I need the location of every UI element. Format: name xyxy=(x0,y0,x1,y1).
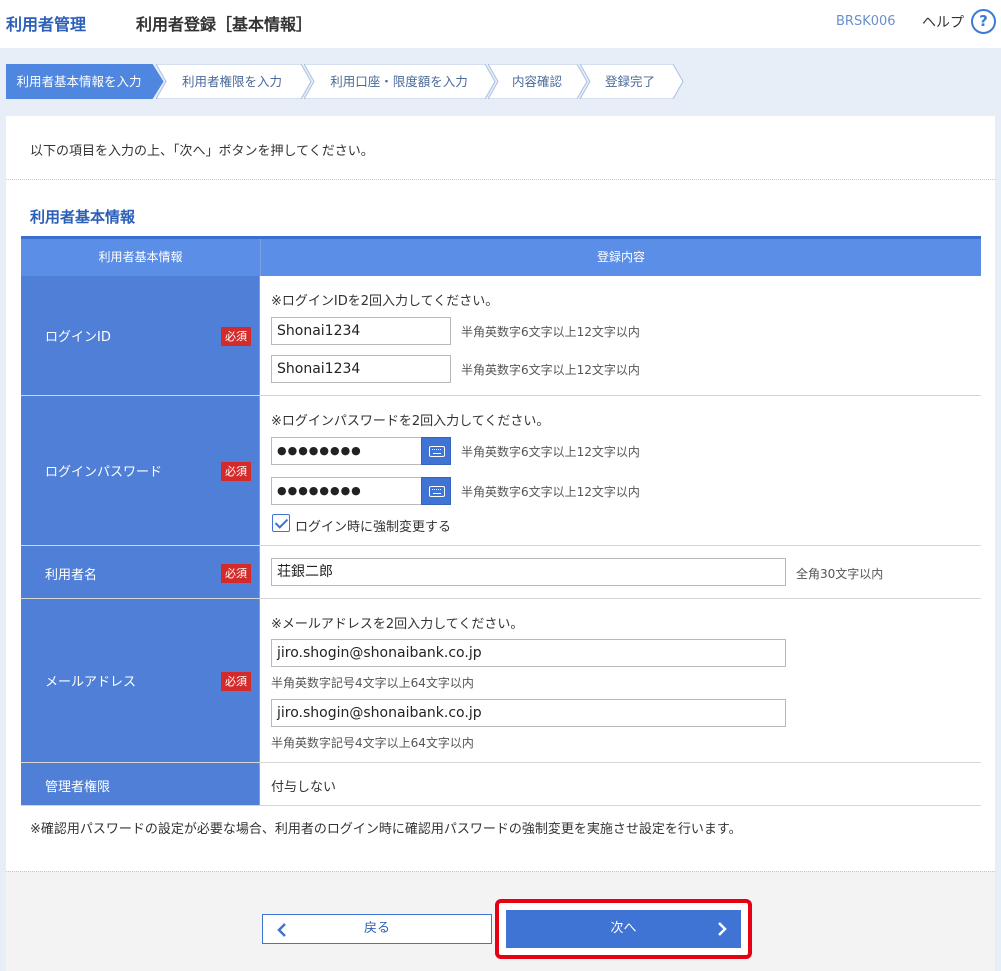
step-3-label: 利用口座・限度額を入力 xyxy=(330,74,468,89)
step-4-label: 内容確認 xyxy=(511,74,562,89)
next-button-label: 次へ xyxy=(610,921,637,936)
page-title: 利用者登録［基本情報］ xyxy=(136,15,313,34)
chevron-right-icon xyxy=(718,922,727,936)
step-1: 利用者基本情報を入力 xyxy=(6,64,164,99)
row-label-cell: ログインパスワード 必須 xyxy=(21,396,260,545)
login-id-label: ログインID xyxy=(45,330,111,345)
required-badge: 必須 xyxy=(221,462,251,481)
email-note: 半角英数字記号4文字以上64文字以内 xyxy=(271,676,474,690)
email-label: メールアドレス xyxy=(45,675,137,690)
user-name-note: 全角30文字以内 xyxy=(796,567,884,581)
email-input[interactable]: jiro.shogin@shonaibank.co.jp xyxy=(271,639,786,667)
back-button-label: 戻る xyxy=(363,921,390,936)
email-instruction: ※メールアドレスを2回入力してください。 xyxy=(271,617,524,632)
force-change-label[interactable]: ログイン時に強制変更する xyxy=(295,516,451,535)
email-confirm-note: 半角英数字記号4文字以上64文字以内 xyxy=(271,736,474,750)
step-5-label: 登録完了 xyxy=(604,74,655,89)
password-confirm-input[interactable]: ●●●●●●●● xyxy=(271,477,423,505)
next-button[interactable]: 次へ xyxy=(506,910,741,948)
password-note: 半角英数字6文字以上12文字以内 xyxy=(461,445,640,459)
password-label: ログインパスワード xyxy=(45,465,163,480)
intro-text: 以下の項目を入力の上、「次へ」ボタンを押してください。 xyxy=(30,144,374,159)
step-2-label: 利用者権限を入力 xyxy=(181,74,282,89)
table-row: 管理者権限 付与しない xyxy=(21,763,981,806)
back-button[interactable]: 戻る xyxy=(262,914,492,944)
divider xyxy=(6,179,995,180)
col-value-header: 登録内容 xyxy=(260,239,981,276)
button-area: 戻る 次へ xyxy=(6,871,995,971)
row-label-cell: 利用者名 必須 xyxy=(21,546,260,598)
login-id-confirm-input[interactable]: Shonai1234 xyxy=(271,355,451,383)
help-icon[interactable]: ? xyxy=(971,9,996,34)
user-name-label: 利用者名 xyxy=(45,568,98,583)
password-confirm-note: 半角英数字6文字以上12文字以内 xyxy=(461,485,640,499)
footnote-text: ※確認用パスワードの設定が必要な場合、利用者のログイン時に確認用パスワードの強制… xyxy=(30,822,742,837)
help-link[interactable]: ヘルプ xyxy=(922,12,964,32)
required-badge: 必須 xyxy=(221,564,251,583)
login-id-instruction: ※ログインIDを2回入力してください。 xyxy=(271,294,499,309)
login-id-input[interactable]: Shonai1234 xyxy=(271,317,451,345)
keyboard-icon[interactable] xyxy=(421,437,451,465)
keyboard-icon[interactable] xyxy=(421,477,451,505)
table-header: 利用者基本情報 登録内容 xyxy=(21,236,981,276)
header-bar: 利用者管理 利用者登録［基本情報］ BRSK006 ヘルプ ? xyxy=(0,0,1001,48)
main-panel: 以下の項目を入力の上、「次へ」ボタンを押してください。 利用者基本情報 利用者基… xyxy=(6,116,995,971)
email-confirm-input[interactable]: jiro.shogin@shonaibank.co.jp xyxy=(271,699,786,727)
row-label-cell: ログインID 必須 xyxy=(21,276,260,395)
password-instruction: ※ログインパスワードを2回入力してください。 xyxy=(271,414,550,429)
section-heading: 利用者基本情報 xyxy=(30,208,136,226)
table-row: ログインID 必須 ※ログインIDを2回入力してください。 Shonai1234… xyxy=(21,276,981,396)
row-label-cell: 管理者権限 xyxy=(21,763,260,805)
password-input[interactable]: ●●●●●●●● xyxy=(271,437,423,465)
step-4: 内容確認 xyxy=(488,64,588,99)
row-label-cell: メールアドレス 必須 xyxy=(21,599,260,762)
step-1-label: 利用者基本情報を入力 xyxy=(16,74,142,89)
step-5: 登録完了 xyxy=(580,64,684,99)
login-id-confirm-note: 半角英数字6文字以上12文字以内 xyxy=(461,363,640,377)
col-label-header: 利用者基本情報 xyxy=(98,250,183,264)
table-row: メールアドレス 必須 ※メールアドレスを2回入力してください。 jiro.sho… xyxy=(21,599,981,763)
admin-value: 付与しない xyxy=(271,780,337,795)
force-change-checkbox[interactable] xyxy=(272,514,290,532)
progress-steps: 利用者基本情報を入力 利用者権限を入力 利用口座・限度額を入力 内容確認 登録完… xyxy=(6,64,696,99)
table-row: ログインパスワード 必須 ※ログインパスワードを2回入力してください。 ●●●●… xyxy=(21,396,981,546)
table-row: 利用者名 必須 荘銀二郎 全角30文字以内 xyxy=(21,546,981,599)
section-title: 利用者管理 xyxy=(6,15,87,34)
step-3: 利用口座・限度額を入力 xyxy=(304,64,496,99)
required-badge: 必須 xyxy=(221,327,251,346)
user-name-input[interactable]: 荘銀二郎 xyxy=(271,558,786,586)
login-id-note: 半角英数字6文字以上12文字以内 xyxy=(461,325,640,339)
next-button-highlight: 次へ xyxy=(495,899,752,959)
step-2: 利用者権限を入力 xyxy=(156,64,312,99)
screen-code: BRSK006 xyxy=(836,14,896,29)
required-badge: 必須 xyxy=(221,672,251,691)
admin-label: 管理者権限 xyxy=(45,780,111,795)
